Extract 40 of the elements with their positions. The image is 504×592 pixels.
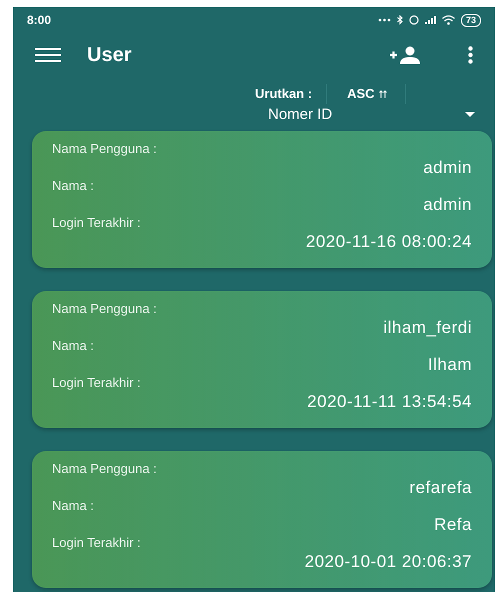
more-notifications-icon [378,18,391,22]
sort-arrows-icon [378,90,387,98]
field-value: ilham_ferdi [383,318,472,337]
add-user-button[interactable] [390,46,422,64]
field-label: Login Terakhir : [52,214,141,232]
field-value: admin [423,195,472,214]
field-label: Nama Pengguna : [52,140,157,158]
field-value: 2020-11-16 08:00:24 [306,232,472,251]
field-value: 2020-10-01 20:06:37 [304,552,472,571]
clock: 8:00 [27,12,52,29]
field-label: Login Terakhir : [52,374,141,392]
field-label: Nama : [52,497,94,515]
field-value: Ilham [428,355,472,374]
toolbar-title: User [87,43,132,68]
battery-indicator: 73 [460,14,481,26]
field-label: Nama : [52,177,94,195]
add-person-icon [390,46,422,64]
field-value: refarefa [409,478,472,497]
user-card[interactable]: Nama Pengguna : ilham_ferdi Nama : Ilham Login Terakhir : 2020-11-11 13:54:54 [32,291,492,428]
field-value: Refa [434,515,472,534]
signal-icon [424,16,436,24]
bluetooth-icon [396,15,403,25]
menu-icon [35,48,61,62]
more-button[interactable] [468,46,473,64]
field-value: admin [423,158,472,177]
user-card[interactable]: Nama Pengguna : refarefa Nama : Refa Login Terakhir : 2020-10-01 20:06:37 [32,451,492,588]
sort-order-button[interactable]: ASC [347,84,405,104]
alarm-icon [408,15,419,25]
more-icon [468,46,473,64]
sort-field-dropdown[interactable]: Nomer ID [268,105,475,125]
dropdown-caret-icon [465,112,475,118]
field-label: Nama : [52,337,94,355]
field-label: Login Terakhir : [52,534,141,552]
field-value: 2020-11-11 13:54:54 [307,392,472,411]
menu-button[interactable] [35,45,61,65]
field-label: Nama Pengguna : [52,300,157,318]
sort-label: Urutkan : [255,85,312,104]
field-label: Nama Pengguna : [52,460,157,478]
wifi-icon [442,15,455,25]
user-card[interactable]: Nama Pengguna : admin Nama : admin Login Terakhir : 2020-11-16 08:00:24 [32,131,492,268]
